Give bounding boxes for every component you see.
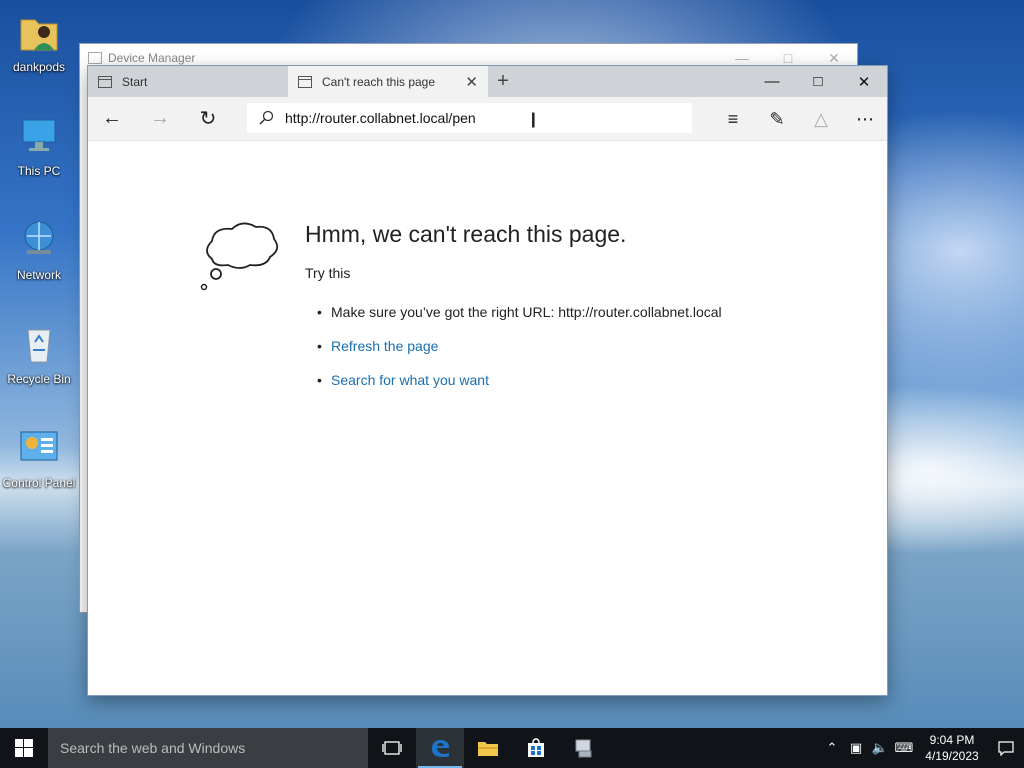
thought-cloud-icon [198, 211, 282, 300]
tab-bar: Start Can't reach this page ✕ + — □ ✕ [88, 66, 887, 97]
device-manager-taskbar-icon[interactable] [560, 728, 608, 768]
desktop-icon-network[interactable]: Network [0, 212, 78, 302]
tab-label: Start [122, 74, 148, 89]
page-content: Hmm, we can't reach this page. Try this … [88, 141, 887, 695]
clock[interactable]: 9:04 PM 4/19/2023 [916, 732, 988, 764]
search-link[interactable]: • Search for what you want [317, 372, 722, 406]
tab-close-icon[interactable]: ✕ [465, 73, 478, 91]
desktop-icon-label: Network [16, 268, 61, 282]
address-bar[interactable]: http://router.collabnet.local/pen ❙ [247, 103, 692, 133]
tab-cant-reach[interactable]: Can't reach this page ✕ [288, 66, 488, 97]
desktop-icon-recycle-bin[interactable]: Recycle Bin [0, 316, 78, 406]
taskbar-search[interactable]: Search the web and Windows [48, 728, 368, 768]
tip-text[interactable]: Search for what you want [331, 372, 489, 388]
web-note-icon[interactable]: ✎ [755, 97, 799, 141]
recycle-bin-icon [17, 322, 61, 366]
desktop-icon-label: Recycle Bin [7, 372, 71, 386]
search-icon [247, 110, 285, 126]
device-manager-title-text: Device Manager [108, 51, 196, 65]
back-icon[interactable]: ← [88, 97, 136, 141]
desktop-icon-control-panel[interactable]: Control Panel [0, 420, 78, 510]
file-explorer-icon[interactable] [464, 728, 512, 768]
page-icon [298, 75, 312, 88]
error-title: Hmm, we can't reach this page. [305, 221, 627, 247]
address-text[interactable]: http://router.collabnet.local/pen [285, 110, 476, 126]
share-icon[interactable]: △ [799, 97, 843, 141]
desktop-icon-label: Control Panel [2, 476, 76, 490]
tips-list: • Make sure you’ve got the right URL: ht… [317, 304, 722, 406]
tip-check-url: • Make sure you’ve got the right URL: ht… [317, 304, 722, 320]
action-center-icon[interactable] [988, 740, 1024, 756]
edge-taskbar-icon[interactable] [416, 728, 464, 768]
chevron-up-icon[interactable]: ⌃ [820, 740, 844, 756]
minimize-icon[interactable]: — [749, 66, 795, 97]
desktop-icon-label: dankpods [12, 60, 66, 74]
tip-text: Make sure you’ve got the right URL: http… [331, 304, 722, 320]
maximize-icon[interactable]: □ [795, 66, 841, 97]
edge-window[interactable]: Start Can't reach this page ✕ + — □ ✕ ← … [87, 65, 888, 696]
forward-icon[interactable]: → [136, 97, 184, 141]
tab-start[interactable]: Start [88, 66, 288, 97]
refresh-page-link[interactable]: • Refresh the page [317, 338, 722, 372]
control-panel-icon [17, 426, 61, 470]
desktop-icon-this-pc[interactable]: This PC [0, 108, 78, 198]
user-folder-icon [17, 10, 61, 54]
network-icon [17, 218, 61, 262]
tip-text[interactable]: Refresh the page [331, 338, 438, 354]
page-icon [98, 75, 112, 88]
refresh-icon[interactable]: ↻ [184, 97, 232, 141]
device-manager-icon [88, 52, 102, 64]
taskbar: Search the web and Windows ⌃ ▣ 🔈 ⌨ 9:04 … [0, 728, 1024, 768]
clock-date: 4/19/2023 [925, 749, 979, 763]
store-icon[interactable] [512, 728, 560, 768]
try-this-label: Try this [305, 265, 351, 281]
taskbar-search-placeholder: Search the web and Windows [60, 740, 246, 756]
tab-label: Can't reach this page [322, 74, 436, 89]
desktop-icon-dankpods[interactable]: dankpods [0, 4, 78, 94]
system-tray: ⌃ ▣ 🔈 ⌨ 9:04 PM 4/19/2023 [820, 728, 1024, 768]
volume-muted-icon[interactable]: 🔈 [868, 740, 892, 756]
more-icon[interactable]: ⋯ [843, 97, 887, 141]
new-tab-icon[interactable]: + [488, 66, 518, 97]
hub-icon[interactable]: ≡ [711, 97, 755, 141]
desktop-icon-label: This PC [17, 164, 61, 178]
computer-icon [17, 114, 61, 158]
text-cursor-icon: ❙ [527, 111, 540, 128]
network-status-icon[interactable]: ▣ [844, 740, 868, 756]
keyboard-icon[interactable]: ⌨ [892, 740, 916, 756]
clock-time: 9:04 PM [929, 733, 975, 747]
close-icon[interactable]: ✕ [841, 66, 887, 97]
start-button[interactable] [0, 728, 48, 768]
task-view-icon[interactable] [368, 728, 416, 768]
windows-logo-icon [15, 739, 33, 757]
browser-toolbar: ← → ↻ http://router.collabnet.local/pen … [88, 97, 887, 141]
